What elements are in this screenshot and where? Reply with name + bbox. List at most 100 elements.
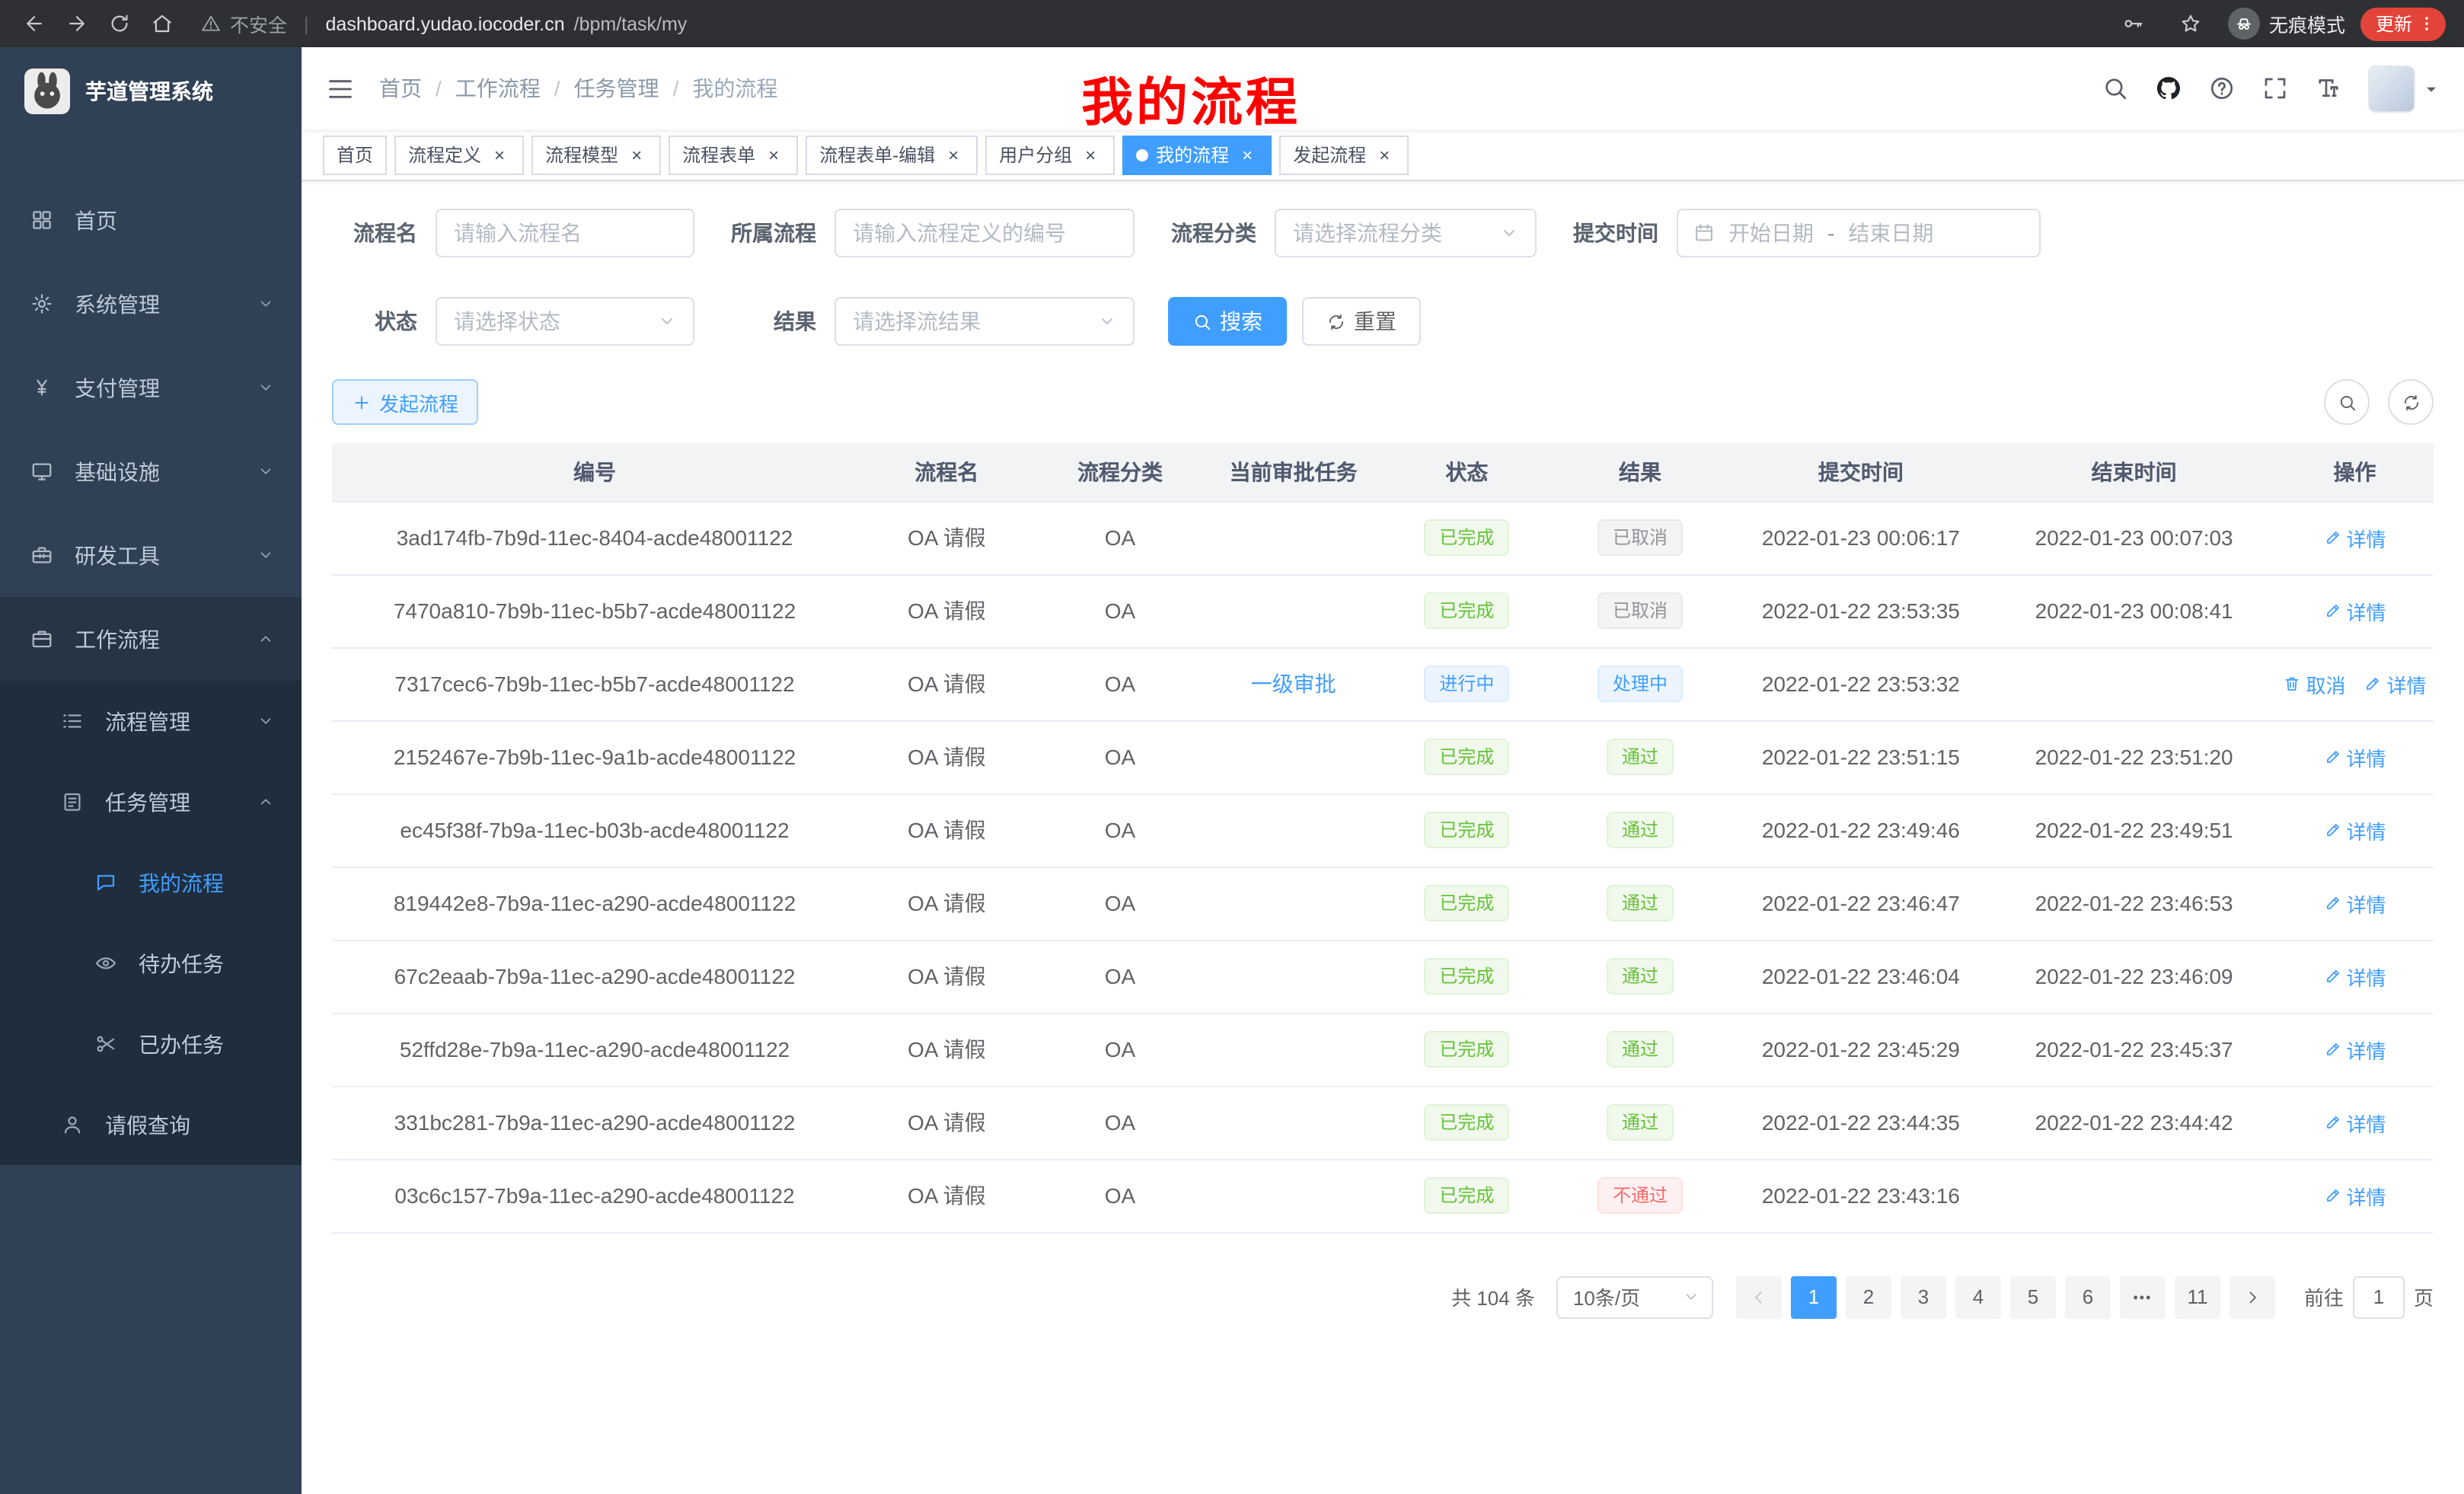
detail-link[interactable]: 详情 [2323,523,2386,552]
sidebar-item-my-process[interactable]: 我的流程 [0,842,302,923]
sidebar-item-process-management[interactable]: 流程管理 [0,681,302,761]
edit-icon [2323,1040,2341,1058]
fullscreen-icon[interactable] [2261,75,2289,102]
user-avatar[interactable] [2368,65,2440,112]
key-icon[interactable] [2112,4,2155,43]
tab-process-form-edit[interactable]: 流程表单-编辑× [806,135,978,174]
page-button-1[interactable]: 1 [1791,1275,1837,1318]
sidebar-item-task-management[interactable]: 任务管理 [0,761,302,842]
sidebar-item-label: 任务管理 [105,787,257,817]
goto-page-input[interactable] [2353,1275,2405,1318]
reset-button[interactable]: 重置 [1302,297,1421,346]
page-button-5[interactable]: 5 [2010,1275,2056,1318]
font-size-icon[interactable] [2315,75,2342,102]
tab-home[interactable]: 首页 [323,135,387,174]
page-button-2[interactable]: 2 [1846,1275,1891,1318]
page-button-11[interactable]: 11 [2175,1275,2220,1318]
browser-forward-icon[interactable] [55,4,97,43]
tab-process-model[interactable]: 流程模型× [531,135,661,174]
pager-ellipsis[interactable]: ••• [2120,1275,2166,1318]
detail-link[interactable]: 详情 [2323,962,2386,991]
detail-link[interactable]: 详情 [2323,596,2386,625]
cell-end-time: 2022-01-22 23:46:09 [1992,940,2276,1013]
search-button[interactable]: 搜索 [1168,297,1287,346]
tab-start-process[interactable]: 发起流程× [1279,135,1409,174]
category-select[interactable]: 请选择流程分类 [1275,209,1537,257]
sidebar-item-home[interactable]: 首页 [0,178,302,262]
breadcrumb-item[interactable]: 任务管理 [574,73,659,104]
detail-link[interactable]: 详情 [2323,1181,2386,1210]
cell-submit-time: 2022-01-22 23:46:04 [1729,940,1992,1013]
toggle-search-button[interactable] [2324,379,2370,425]
date-range-picker[interactable]: 开始日期 - 结束日期 [1677,209,2041,257]
tab-user-group[interactable]: 用户分组× [985,135,1115,174]
chevron-down-icon [1500,224,1518,242]
github-icon[interactable] [2155,75,2182,102]
result-select[interactable]: 请选择流结果 [835,297,1135,346]
close-icon[interactable]: × [489,144,510,165]
bookmark-star-icon[interactable] [2170,4,2213,43]
create-process-button[interactable]: 发起流程 [332,379,478,425]
browser-reload-icon[interactable] [97,4,140,43]
prev-page-button[interactable] [1736,1275,1782,1318]
cell-result: 已取消 [1551,574,1730,647]
cell-task [1204,867,1383,940]
close-icon[interactable]: × [1237,144,1258,165]
status-placeholder: 请选择状态 [454,306,658,337]
tab-process-form[interactable]: 流程表单× [669,135,798,174]
sidebar-item-payment[interactable]: 支付管理 [0,346,302,429]
sidebar-item-infrastructure[interactable]: 基础设施 [0,429,302,513]
refresh-icon [2401,392,2421,412]
breadcrumb-item[interactable]: 首页 [379,73,422,104]
cancel-link[interactable]: 取消 [2283,669,2345,698]
page-button-3[interactable]: 3 [1901,1275,1946,1318]
page-size-select[interactable]: 10条/页 [1556,1275,1713,1318]
task-link[interactable]: 一级审批 [1251,672,1336,696]
hamburger-icon[interactable] [326,74,355,103]
tab-my-process[interactable]: 我的流程× [1122,135,1272,174]
sidebar-item-workflow[interactable]: 工作流程 [0,597,302,681]
address-bar[interactable]: 不安全 | dashboard.yudao.iocoder.cn/bpm/tas… [201,9,2112,38]
detail-link[interactable]: 详情 [2323,1108,2386,1137]
detail-link[interactable]: 详情 [2323,742,2386,771]
sidebar-item-leave-query[interactable]: 请假查询 [0,1084,302,1165]
cell-actions: 详情 [2276,793,2434,867]
sidebar-item-todo-task[interactable]: 待办任务 [0,923,302,1004]
status-tag: 已完成 [1424,739,1509,775]
sidebar-item-devtools[interactable]: 研发工具 [0,513,302,597]
next-page-button[interactable] [2229,1275,2275,1318]
sidebar-item-system[interactable]: 系统管理 [0,262,302,346]
process-name-input[interactable] [436,209,694,257]
close-icon[interactable]: × [943,144,964,165]
detail-link[interactable]: 详情 [2323,1035,2386,1064]
status-select[interactable]: 请选择状态 [436,297,694,346]
close-icon[interactable]: × [626,144,647,165]
help-icon[interactable] [2208,75,2236,102]
search-icon[interactable] [2102,75,2129,102]
detail-link[interactable]: 详情 [2323,889,2386,918]
tab-process-definition[interactable]: 流程定义× [394,135,524,174]
breadcrumb-item[interactable]: 工作流程 [455,73,541,104]
close-icon[interactable]: × [763,144,784,165]
update-button[interactable]: 更新 [2360,7,2446,40]
sidebar-item-done-task[interactable]: 已办任务 [0,1004,302,1084]
browser-back-icon[interactable] [12,4,55,43]
close-icon[interactable]: × [1374,144,1395,165]
cell-id: ec45f38f-7b9a-11ec-b03b-acde48001122 [332,793,857,867]
table-toolbar: 发起流程 [332,379,2434,425]
refresh-table-button[interactable] [2388,379,2434,425]
process-definition-input[interactable] [835,209,1135,257]
detail-link[interactable]: 详情 [2323,816,2386,844]
cell-end-time: 2022-01-23 00:08:41 [1992,574,2276,647]
chevron-down-icon [1098,312,1116,330]
detail-link[interactable]: 详情 [2363,669,2426,698]
page-button-4[interactable]: 4 [1955,1275,2001,1318]
page-button-6[interactable]: 6 [2065,1275,2111,1318]
refresh-icon [1326,311,1346,331]
browser-toolbar: 不安全 | dashboard.yudao.iocoder.cn/bpm/tas… [0,0,2464,47]
table-row: 52ffd28e-7b9a-11ec-a290-acde48001122OA 请… [332,1013,2434,1086]
browser-home-icon[interactable] [140,4,183,43]
close-icon[interactable]: × [1080,144,1101,165]
browser-menu-icon[interactable] [2417,14,2437,34]
sidebar-item-label: 首页 [75,205,274,235]
